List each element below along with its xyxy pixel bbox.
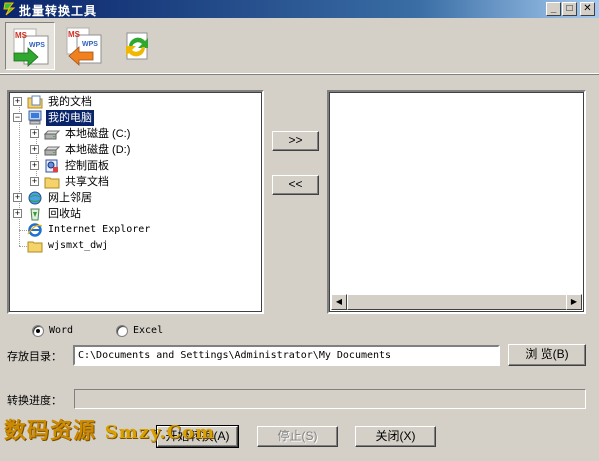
svg-text:MS: MS: [15, 31, 28, 40]
watermark: 数码资源 Smzy.Com: [4, 413, 215, 445]
tree-item-label: 本地磁盘 (C:): [65, 128, 131, 140]
ms-to-wps-button[interactable]: MS WPS: [5, 22, 55, 70]
word-radio[interactable]: [32, 325, 44, 337]
expand-icon[interactable]: +: [30, 145, 39, 154]
browse-button[interactable]: 浏 览(B): [508, 344, 586, 366]
close-icon: ✕: [583, 3, 592, 14]
tree-item-label: wjsmxt_dwj: [48, 240, 109, 251]
progress-label: 转换进度：: [7, 395, 62, 407]
window-title: 批量转换工具: [19, 4, 98, 18]
conversion-progress-bar: [74, 389, 586, 409]
app-icon: [3, 2, 16, 16]
control-panel-icon: [45, 159, 58, 173]
maximize-icon: □: [566, 3, 573, 14]
tree-item-label: 网上邻居: [48, 192, 92, 204]
computer-icon: [28, 110, 42, 125]
folder-docs-icon: [27, 95, 43, 109]
browse-button-label: 浏 览(B): [525, 347, 569, 361]
minimize-button[interactable]: _: [546, 2, 561, 16]
wps-to-ms-button[interactable]: MS WPS: [59, 22, 109, 70]
watermark-en: Smzy.Com: [104, 422, 215, 443]
selected-files-list[interactable]: ◀ ▶: [327, 90, 586, 314]
folder-icon: [44, 177, 60, 189]
folder-tree[interactable]: + 我的文档 − 我的电脑 + 本地磁盘 (C:) + 本地磁盘 (D:) + …: [7, 90, 264, 314]
expand-icon[interactable]: +: [30, 161, 39, 170]
wps-to-ms-icon: MS WPS: [66, 27, 102, 66]
tree-item-label: 我的电脑: [46, 110, 94, 126]
toolbar: MS WPS MS WPS: [0, 18, 599, 74]
drive-icon: [44, 130, 60, 140]
close-window-button[interactable]: ✕: [580, 2, 595, 16]
expand-icon[interactable]: +: [30, 177, 39, 186]
tree-item-label: 我的文档: [48, 96, 92, 108]
maximize-button[interactable]: □: [562, 2, 577, 16]
scroll-thumb[interactable]: [347, 294, 570, 310]
expand-icon[interactable]: +: [13, 209, 22, 218]
close-button[interactable]: 关闭(X): [355, 426, 436, 447]
scroll-left-button[interactable]: ◀: [331, 294, 347, 310]
horizontal-scrollbar[interactable]: ◀ ▶: [331, 294, 582, 310]
scroll-right-button[interactable]: ▶: [566, 294, 582, 310]
excel-radio-label[interactable]: Excel: [133, 325, 163, 336]
recycle-bin-icon: [30, 208, 40, 221]
close-button-label: 关闭(X): [375, 429, 416, 443]
stop-button[interactable]: 停止(S): [257, 426, 338, 447]
ms-to-wps-icon: MS WPS: [13, 28, 49, 67]
word-radio-label[interactable]: Word: [49, 325, 73, 336]
remove-from-list-button[interactable]: <<: [272, 175, 319, 195]
ie-icon: [27, 223, 43, 237]
tree-item-label: 本地磁盘 (D:): [65, 144, 131, 156]
add-button-label: >>: [288, 133, 303, 147]
stop-button-label: 停止(S): [277, 429, 318, 443]
expand-icon[interactable]: +: [13, 193, 22, 202]
tree-item-label: Internet Explorer: [48, 224, 151, 235]
output-dir-label: 存放目录：: [7, 351, 62, 363]
svg-text:WPS: WPS: [82, 41, 98, 48]
expand-icon[interactable]: +: [30, 129, 39, 138]
svg-text:MS: MS: [68, 30, 81, 39]
tree-item-label: 控制面板: [65, 160, 109, 172]
tree-item-label: 共享文档: [65, 176, 109, 188]
refresh-button[interactable]: [113, 22, 163, 70]
add-to-list-button[interactable]: >>: [272, 131, 319, 151]
expand-icon[interactable]: +: [13, 97, 22, 106]
folder-icon: [27, 241, 43, 253]
title-bar: 批量转换工具 _ □ ✕: [0, 0, 599, 18]
excel-radio[interactable]: [116, 325, 128, 337]
minimize-icon: _: [550, 3, 557, 14]
drive-icon: [44, 146, 60, 156]
svg-text:WPS: WPS: [29, 42, 45, 49]
refresh-icon: [126, 32, 148, 60]
remove-button-label: <<: [288, 177, 303, 191]
collapse-icon[interactable]: −: [13, 113, 22, 122]
tree-item-label: 回收站: [48, 208, 81, 220]
watermark-cn: 数码资源: [4, 418, 97, 444]
output-dir-input[interactable]: C:\Documents and Settings\Administrator\…: [73, 345, 500, 366]
network-icon: [28, 191, 42, 205]
